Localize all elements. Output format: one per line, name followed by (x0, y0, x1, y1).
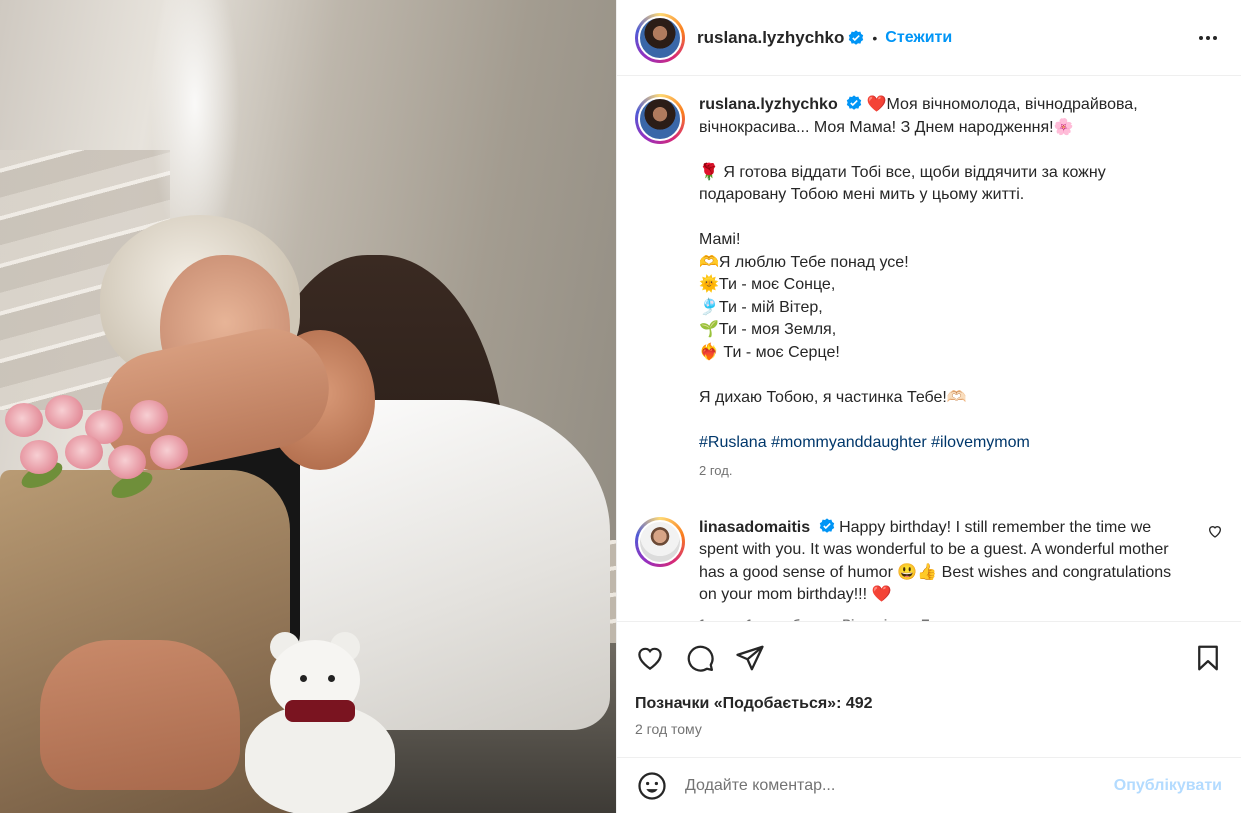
post-panel: ruslana.lyzhychko • Стежити ruslana.lyzh… (616, 0, 1241, 813)
hashtag-link[interactable]: #ilovemymom (931, 434, 1030, 451)
caption-line-4: 🫶Я люблю Тебе понад усе! (699, 253, 909, 271)
caption-username[interactable]: ruslana.lyzhychko (699, 96, 838, 113)
share-send-icon[interactable] (735, 643, 765, 673)
verified-badge-icon (849, 29, 864, 45)
photo-teddy-bear (225, 632, 415, 813)
comment-likes[interactable]: 1 вподобання (746, 613, 828, 622)
follow-button[interactable]: Стежити (885, 29, 952, 47)
commenter-username[interactable]: linasadomaitis (699, 519, 810, 536)
caption-body: ruslana.lyzhychko ❤️Моя вічномолода, віч… (699, 94, 1169, 483)
caption-hashtags: #Ruslana #mommyanddaughter #ilovemymom (699, 432, 1169, 455)
more-options-icon[interactable] (1193, 28, 1223, 48)
like-heart-icon[interactable] (635, 643, 665, 673)
caption-line-5: 🌞Ти - моє Сонце, (699, 276, 836, 293)
comment-reply-button[interactable]: Відповісти (842, 613, 907, 622)
author-username[interactable]: ruslana.lyzhychko (697, 28, 844, 48)
post-actions-bar (617, 621, 1241, 693)
caption-timestamp[interactable]: 2 год. (699, 460, 1169, 483)
caption-line-6: 🎐Ти - мій Вітер, (699, 298, 823, 316)
comment-meta: 1 год. 1 вподобання Відповісти Перегляну… (699, 613, 1189, 622)
caption-line-2: 🌹 Я готова віддати Тобі все, щоби віддяч… (699, 163, 1106, 204)
caption-heart-emoji: ❤️ (866, 96, 887, 113)
verified-badge-icon (846, 95, 862, 110)
comment-body: linasadomaitis Happy birthday! I still r… (699, 517, 1189, 622)
publish-button[interactable]: Опублікувати (1114, 777, 1222, 795)
comments-scroll-area[interactable]: ruslana.lyzhychko ❤️Моя вічномолода, віч… (617, 76, 1241, 621)
comment-like-heart-icon[interactable] (1207, 523, 1223, 539)
hashtag-link[interactable]: #mommyanddaughter (771, 434, 927, 451)
caption-line-9: Я дихаю Тобою, я частинка Тебе!🫶🏻 (699, 388, 967, 406)
caption-line-3: Мамі! (699, 231, 741, 248)
comment-translate-button[interactable]: Переглянути переклад (921, 613, 1056, 622)
comment-input[interactable] (685, 776, 1114, 795)
caption-line-8: ❤️‍🔥 Ти - моє Серце! (699, 343, 840, 361)
header-separator: • (872, 29, 878, 46)
post-photo[interactable] (0, 0, 616, 813)
photo-roses (0, 395, 200, 505)
comment-time[interactable]: 1 год. (699, 613, 732, 622)
author-avatar[interactable] (635, 12, 685, 63)
hashtag-link[interactable]: #Ruslana (699, 434, 767, 451)
posted-time: 2 год тому (635, 721, 702, 737)
comment-composer: Опублікувати (617, 757, 1241, 813)
save-bookmark-icon[interactable] (1193, 643, 1223, 673)
verified-badge-icon (819, 517, 834, 533)
post-dialog: ruslana.lyzhychko • Стежити ruslana.lyzh… (0, 0, 1241, 813)
emoji-picker-icon[interactable] (637, 771, 667, 801)
comment-bubble-icon[interactable] (685, 643, 715, 673)
caption-line-7: 🌱Ти - моя Земля, (699, 321, 837, 338)
commenter-avatar[interactable] (635, 516, 685, 567)
caption-avatar[interactable] (635, 94, 685, 144)
caption: ruslana.lyzhychko ❤️Моя вічномолода, віч… (635, 94, 1223, 483)
post-header: ruslana.lyzhychko • Стежити (617, 0, 1241, 76)
caption-first-line: ruslana.lyzhychko ❤️Моя вічномолода, віч… (699, 94, 1169, 139)
comment-item: linasadomaitis Happy birthday! I still r… (635, 516, 1223, 622)
photo-hand (40, 640, 240, 790)
likes-count[interactable]: Позначки «Подобається»: 492 (617, 695, 1241, 713)
